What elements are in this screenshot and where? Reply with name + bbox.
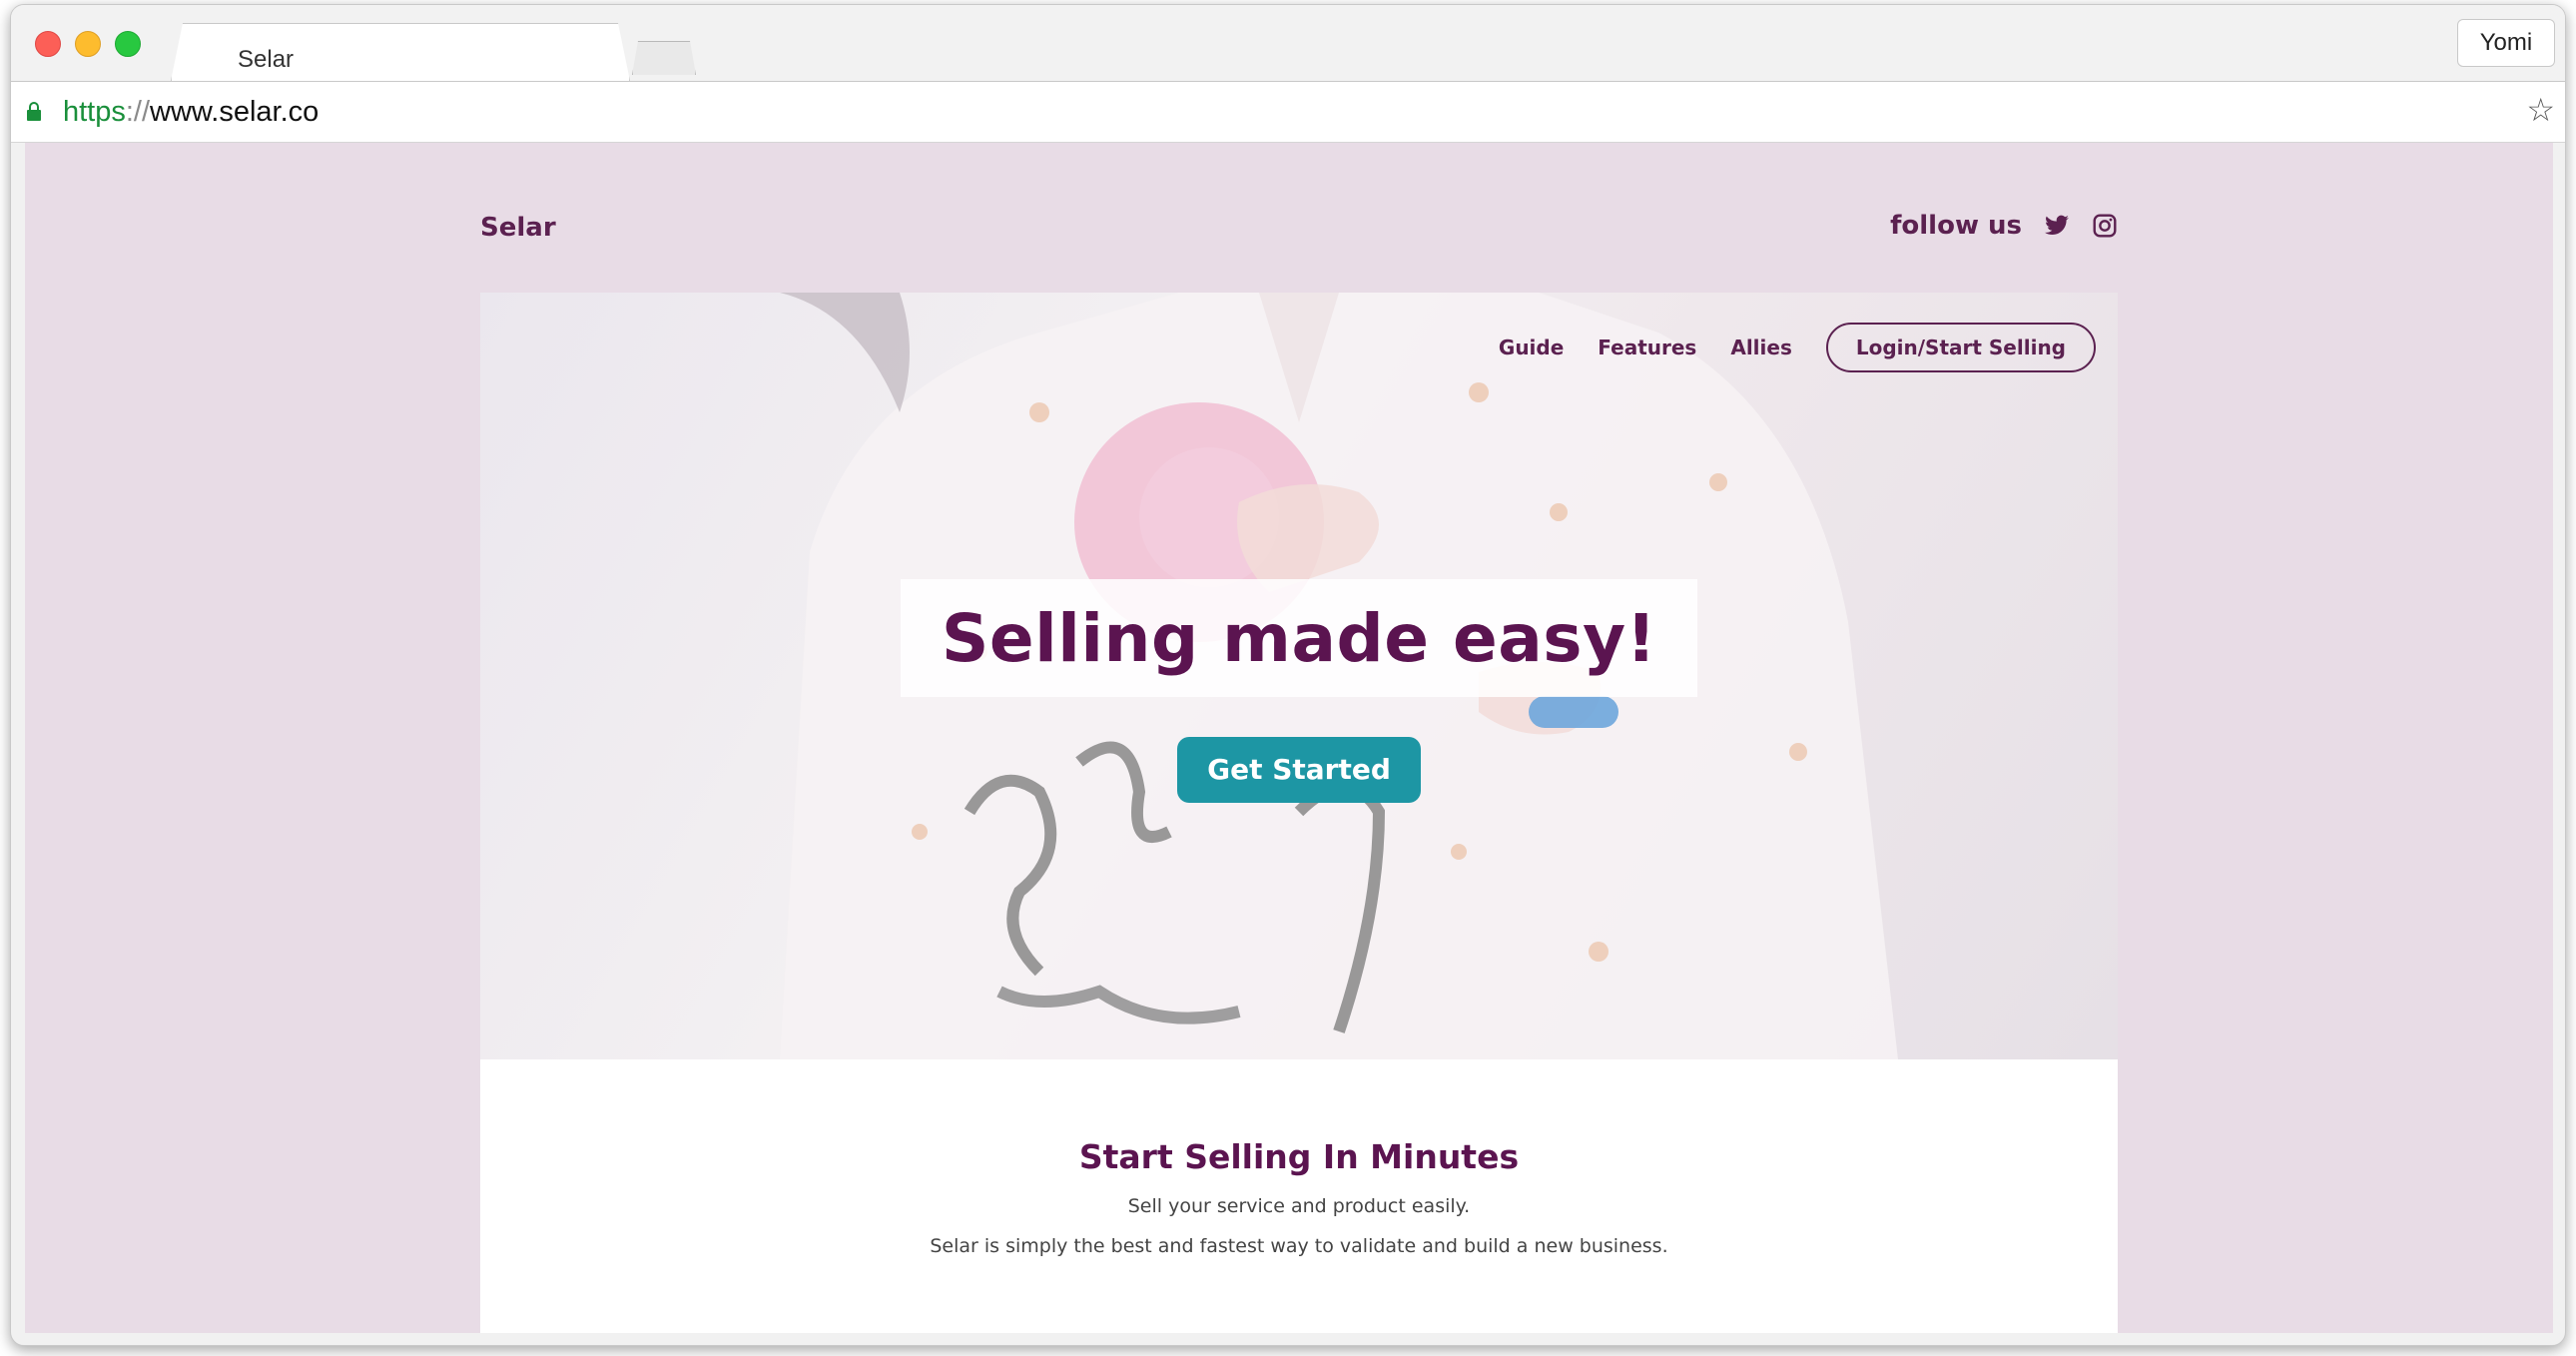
intro-section: Start Selling In Minutes Sell your servi…: [480, 1059, 2118, 1333]
url-field[interactable]: https://www.selar.co: [63, 96, 319, 129]
page-container: Selar follow us Guide Features Allies Lo…: [480, 143, 2118, 1333]
section-description: Selar is simply the best and fastest way…: [930, 1235, 1668, 1257]
star-icon[interactable]: ☆: [2526, 94, 2555, 126]
profile-button[interactable]: Yomi: [2457, 19, 2555, 67]
zoom-window-button[interactable]: [115, 31, 141, 57]
page-viewport: Selar follow us Guide Features Allies Lo…: [25, 143, 2553, 1333]
login-start-selling-button[interactable]: Login/Start Selling: [1825, 323, 2096, 372]
close-window-button[interactable]: [35, 31, 61, 57]
follow-label: follow us: [1890, 211, 2022, 241]
nav-guide[interactable]: Guide: [1499, 336, 1564, 359]
section-title: Start Selling In Minutes: [1078, 1137, 1520, 1176]
instagram-icon[interactable]: [2092, 213, 2118, 239]
address-bar[interactable]: https://www.selar.co ☆: [11, 81, 2565, 143]
tab-title: Selar: [238, 46, 295, 73]
site-logo[interactable]: Selar: [480, 213, 556, 243]
url-separator: ://: [125, 96, 151, 128]
lock-icon: [27, 102, 41, 121]
url-scheme: https: [63, 96, 126, 128]
nav-allies[interactable]: Allies: [1730, 336, 1792, 359]
title-bar: Selar Yomi: [11, 5, 2565, 81]
new-tab-button[interactable]: [632, 41, 696, 75]
follow-us: follow us: [1890, 211, 2118, 241]
hero-banner: Guide Features Allies Login/Start Sellin…: [480, 293, 2118, 1059]
browser-tab[interactable]: Selar: [171, 23, 630, 81]
headline-box: Selling made easy!: [901, 579, 1697, 697]
browser-window: Selar Yomi https://www.selar.co ☆ Selar …: [10, 4, 2566, 1346]
get-started-button[interactable]: Get Started: [1177, 737, 1421, 803]
url-host: www.selar.co: [150, 96, 320, 128]
hero-headline: Selling made easy!: [941, 599, 1657, 677]
twitter-icon[interactable]: [2044, 213, 2070, 239]
minimize-window-button[interactable]: [75, 31, 101, 57]
main-nav: Guide Features Allies Login/Start Sellin…: [1499, 323, 2096, 372]
section-subtitle: Sell your service and product easily.: [1127, 1195, 1471, 1217]
nav-features[interactable]: Features: [1598, 336, 1696, 359]
